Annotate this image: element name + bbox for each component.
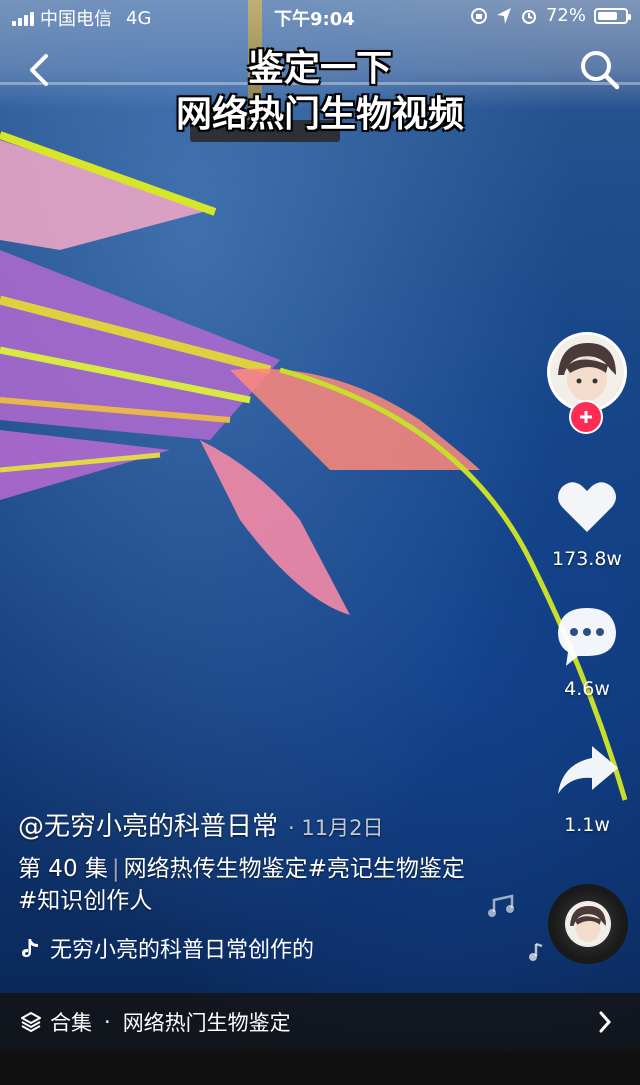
signal-icon [12,10,34,26]
collection-dot: · [104,1010,111,1034]
author-row: @无穷小亮的科普日常 · 11月2日 [18,806,383,843]
collection-label: 合集 [50,1011,92,1035]
episode-label[interactable]: 第 40 集 [18,856,108,882]
post-date: · 11月2日 [288,816,384,840]
disc-avatar-icon [569,905,607,943]
collection-bar[interactable]: 合集 · 网络热门生物鉴定 [0,993,640,1051]
comment-count: 4.6w [564,678,610,700]
like-count: 173.8w [552,548,622,570]
overlay-title-line1: 鉴定一下 [247,48,392,89]
heart-icon[interactable] [552,472,622,542]
carrier-name: 中国电信 [40,9,112,30]
description-separator: | [111,856,120,882]
share-action[interactable]: 1.1w [544,738,630,836]
chevron-right-icon [599,1011,612,1033]
bottom-strip [0,1051,640,1085]
author-name[interactable]: @无穷小亮的科普日常 [18,806,278,843]
overlay-title-line2: 网络热门生物视频 [175,94,464,135]
share-count: 1.1w [564,814,610,836]
status-bar: 中国电信 4G 下午9:04 72% [0,0,640,32]
tiktok-note-icon [22,939,38,957]
layers-icon [21,1012,41,1032]
orientation-lock-icon [470,7,487,24]
post-description: 第 40 集 | 网络热传生物鉴定#亮记生物鉴定 #知识创作人 [18,853,478,917]
music-title: 无穷小亮的科普日常创作的 [50,938,315,963]
follow-button[interactable] [569,400,603,434]
battery-percent: 72% [545,5,586,26]
battery-icon [594,7,631,24]
comment-action[interactable]: 4.6w [544,602,630,700]
search-button[interactable] [576,46,622,92]
collection-name: 网络热门生物鉴定 [122,1011,291,1035]
creator-avatar-group [544,332,630,434]
disc-avatar [565,901,611,947]
video-overlay-title: 鉴定一下 网络热门生物视频 [0,46,640,138]
comment-bubble-icon[interactable] [552,602,622,672]
avatar-illustration-icon [558,343,616,401]
alarm-icon [521,9,536,24]
network-type: 4G [126,7,152,29]
share-arrow-icon[interactable] [552,738,622,808]
clock: 下午9:04 [274,9,355,30]
music-row[interactable]: 无穷小亮的科普日常创作的 [20,932,360,964]
music-notes-icon [488,894,543,961]
plus-icon [580,411,592,423]
location-icon [496,7,511,24]
like-action[interactable]: 173.8w [544,472,630,570]
music-disc[interactable] [548,884,628,964]
